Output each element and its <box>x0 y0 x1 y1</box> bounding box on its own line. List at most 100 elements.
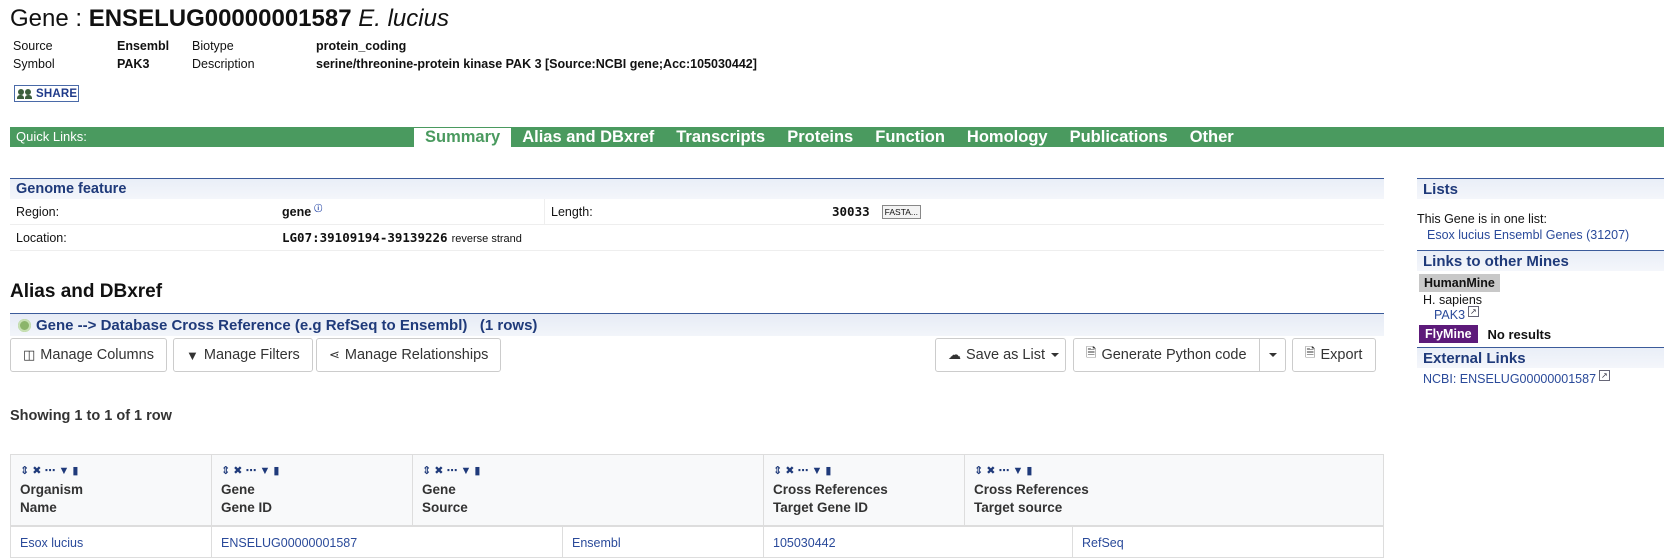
length-number: 30033 <box>832 204 870 219</box>
filter-icon: ▼ <box>186 347 199 363</box>
quicklinks-label: Quick Links: <box>16 129 87 144</box>
column-title-line2: Target Gene ID <box>773 500 869 515</box>
tab-homology[interactable]: Homology <box>956 127 1059 147</box>
showing-count: Showing 1 to 1 of 1 row <box>10 408 172 424</box>
column-title-line1: Cross References <box>773 482 888 497</box>
filter-icon[interactable]: ▼ <box>460 462 471 480</box>
table-cell: ENSELUG00000001587 <box>212 527 563 557</box>
share-label: SHARE <box>36 87 78 100</box>
column-header: ⇕ ✖ ⋯ ▼ ▮ Cross References Target source <box>965 455 1273 525</box>
tab-alias-dbxref[interactable]: Alias and DBxref <box>511 127 665 147</box>
column-title-line2: Name <box>20 500 57 515</box>
generate-python-label: Generate Python code <box>1101 347 1247 363</box>
sort-icon[interactable]: ⇕ <box>221 462 230 480</box>
summary-chart-icon[interactable]: ▮ <box>72 462 78 480</box>
gene-id: ENSELUG00000001587 <box>88 5 352 32</box>
more-icon[interactable]: ⋯ <box>44 462 55 480</box>
source-link[interactable]: Ensembl <box>572 536 621 550</box>
settings-gear-icon[interactable] <box>18 318 31 332</box>
flymine-badge[interactable]: FlyMine <box>1419 325 1478 344</box>
description-label: Description <box>192 57 255 71</box>
location-value: LG07:39109194-39139226 reverse strand <box>282 230 522 245</box>
table-cell: Esox lucius <box>11 527 212 557</box>
remove-column-icon[interactable]: ✖ <box>233 462 242 480</box>
share-button[interactable]: SHARE <box>14 85 79 102</box>
chevron-down-icon <box>1051 353 1059 357</box>
column-header: ⇕ ✖ ⋯ ▼ ▮ Cross References Target Gene ID <box>764 455 965 525</box>
remove-column-icon[interactable]: ✖ <box>785 462 794 480</box>
table-header-row: ⇕ ✖ ⋯ ▼ ▮ Organism Name ⇕ ✖ ⋯ ▼ ▮ Gene Gene ID ⇕… <box>11 455 1383 527</box>
region-value: gene ⓘ <box>282 203 544 219</box>
description-value: serine/threonine-protein kinase PAK 3 [S… <box>316 57 757 71</box>
tab-publications[interactable]: Publications <box>1059 127 1179 147</box>
list-link[interactable]: Esox lucius Ensembl Genes (31207) <box>1427 228 1629 242</box>
column-controls: ⇕ ✖ ⋯ ▼ ▮ <box>20 465 202 477</box>
export-button[interactable]: 🗎 Export <box>1292 338 1376 372</box>
tab-transcripts[interactable]: Transcripts <box>665 127 776 147</box>
save-as-list-label: Save as List <box>966 347 1045 363</box>
summary-chart-icon[interactable]: ▮ <box>825 462 831 480</box>
sort-icon[interactable]: ⇕ <box>20 462 29 480</box>
sort-icon[interactable]: ⇕ <box>422 462 431 480</box>
more-icon[interactable]: ⋯ <box>998 462 1009 480</box>
fasta-button[interactable]: FASTA... <box>881 204 922 219</box>
length-label: Length: <box>544 199 832 224</box>
filter-icon[interactable]: ▼ <box>58 462 69 480</box>
region-text: gene <box>282 205 312 220</box>
file-export-icon: 🗎 <box>1305 345 1316 360</box>
lists-title: Lists <box>1417 178 1664 199</box>
target-source-link[interactable]: RefSeq <box>1082 536 1124 550</box>
genome-feature-panel: Genome feature Region: gene ⓘ Length: 300… <box>10 178 1384 251</box>
remove-column-icon[interactable]: ✖ <box>434 462 443 480</box>
title-prefix: Gene : <box>10 5 83 32</box>
source-label: Source <box>13 39 53 53</box>
column-header: ⇕ ✖ ⋯ ▼ ▮ Gene Source <box>413 455 764 525</box>
more-icon[interactable]: ⋯ <box>797 462 808 480</box>
filter-icon[interactable]: ▼ <box>1012 462 1023 480</box>
ncbi-link[interactable]: NCBI: ENSELUG00000001587 <box>1423 372 1596 386</box>
region-label: Region: <box>16 204 60 219</box>
save-as-list-button[interactable]: ☁ Save as List <box>935 338 1066 372</box>
column-header: ⇕ ✖ ⋯ ▼ ▮ Organism Name <box>11 455 212 525</box>
manage-columns-button[interactable]: ◫ Manage Columns <box>10 338 167 372</box>
summary-chart-icon[interactable]: ▮ <box>474 462 480 480</box>
more-icon[interactable]: ⋯ <box>446 462 457 480</box>
genome-feature-title: Genome feature <box>10 178 1384 199</box>
share-nodes-icon: ⋖ <box>329 347 340 362</box>
info-icon[interactable]: ⓘ <box>314 204 322 213</box>
table-cell: RefSeq <box>1073 527 1381 557</box>
filter-icon[interactable]: ▼ <box>811 462 822 480</box>
humanmine-badge[interactable]: HumanMine <box>1419 274 1500 292</box>
tab-proteins[interactable]: Proteins <box>776 127 864 147</box>
python-options-dropdown[interactable] <box>1259 338 1286 372</box>
strand-text: reverse strand <box>451 233 522 245</box>
humanmine-link[interactable]: PAK3 <box>1434 308 1465 322</box>
generate-python-button[interactable]: 🗎 Generate Python code <box>1073 338 1260 372</box>
filter-icon[interactable]: ▼ <box>259 462 270 480</box>
region-row: Region: gene ⓘ Length: 30033 FASTA... <box>10 199 1384 225</box>
summary-chart-icon[interactable]: ▮ <box>273 462 279 480</box>
table-cell: 105030442 <box>764 527 1073 557</box>
manage-filters-button[interactable]: ▼ Manage Filters <box>173 338 313 372</box>
rows-count: (1 rows) <box>479 317 538 334</box>
manage-relationships-button[interactable]: ⋖ Manage Relationships <box>316 338 502 372</box>
sort-icon[interactable]: ⇕ <box>773 462 782 480</box>
organism-link[interactable]: Esox lucius <box>20 536 83 550</box>
biotype-label: Biotype <box>192 39 234 53</box>
sort-icon[interactable]: ⇕ <box>974 462 983 480</box>
export-label: Export <box>1320 347 1363 363</box>
tab-function[interactable]: Function <box>864 127 956 147</box>
location-row: Location: LG07:39109194-39139226 reverse … <box>10 225 1384 251</box>
more-icon[interactable]: ⋯ <box>245 462 256 480</box>
alias-section-title: Alias and DBxref <box>10 281 163 302</box>
remove-column-icon[interactable]: ✖ <box>32 462 41 480</box>
target-gene-id-link[interactable]: 105030442 <box>773 536 836 550</box>
remove-column-icon[interactable]: ✖ <box>986 462 995 480</box>
external-link-icon: ↗ <box>1468 306 1479 317</box>
column-title-line1: Gene <box>422 482 456 497</box>
tab-other[interactable]: Other <box>1179 127 1245 147</box>
summary-chart-icon[interactable]: ▮ <box>1026 462 1032 480</box>
gene-id-link[interactable]: ENSELUG00000001587 <box>221 536 357 550</box>
column-title-line1: Organism <box>20 482 84 497</box>
tab-summary[interactable]: Summary <box>414 128 512 147</box>
